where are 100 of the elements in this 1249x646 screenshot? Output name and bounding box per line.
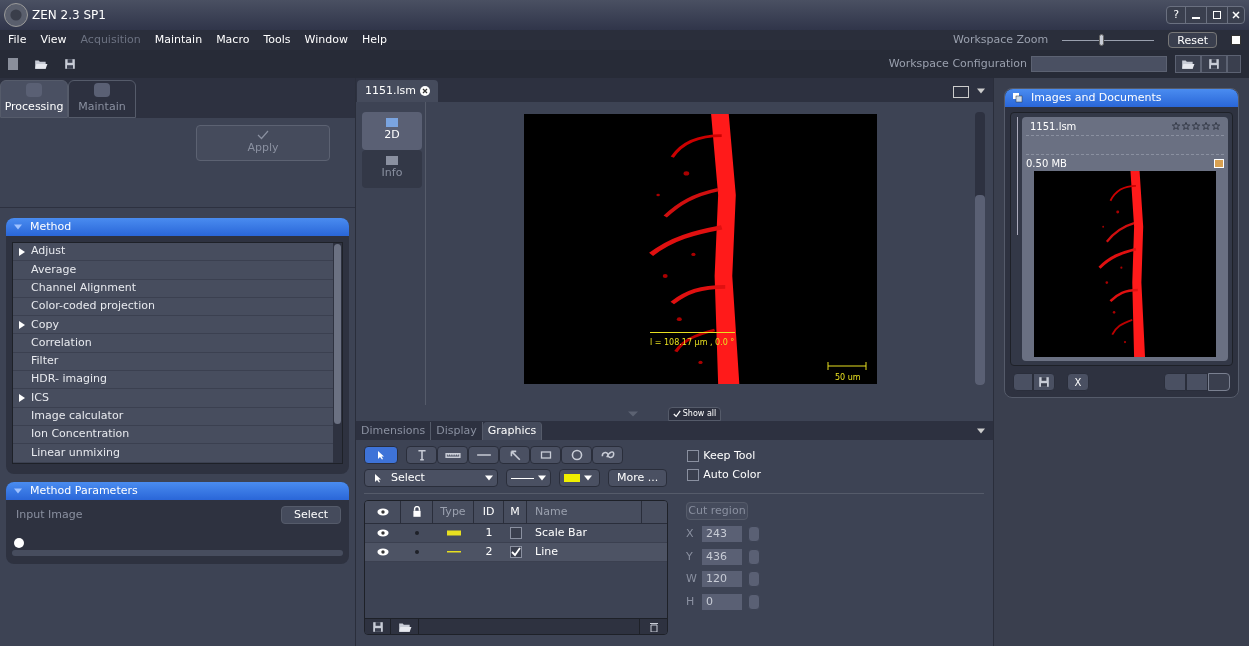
save-icon	[1208, 58, 1220, 70]
method-item[interactable]: Channel Alignment	[13, 279, 333, 298]
star-icon	[1172, 122, 1180, 130]
method-item[interactable]: Image calculator	[13, 407, 333, 426]
coordinate-field[interactable]: 243	[702, 526, 742, 543]
documents-icon	[1013, 93, 1023, 103]
tool-button[interactable]	[592, 446, 623, 464]
tool-button[interactable]	[406, 446, 437, 464]
eye-icon	[377, 529, 389, 537]
panel-icon[interactable]	[1231, 35, 1241, 45]
dropdown-icon	[584, 475, 592, 481]
checkbox[interactable]	[509, 546, 522, 558]
coordinate-field[interactable]: 120	[702, 571, 742, 588]
panel-title: Method	[30, 218, 72, 235]
save-button[interactable]	[64, 58, 76, 70]
panel-tab[interactable]: Processing	[0, 80, 68, 118]
checkbox-label: Keep Tool	[703, 448, 756, 464]
menu-item[interactable]: Tools	[263, 31, 291, 49]
folder-icon	[34, 58, 48, 70]
checkbox[interactable]	[687, 450, 700, 463]
menu-item[interactable]: Macro	[216, 31, 250, 49]
method-item[interactable]: Copy	[13, 316, 333, 335]
tool-button[interactable]	[530, 446, 561, 464]
scale-bar	[827, 362, 867, 370]
table-row[interactable]: 2 Line	[365, 543, 667, 562]
coordinate-label: W	[686, 571, 696, 587]
open-button[interactable]	[1175, 55, 1201, 73]
open-button[interactable]	[34, 58, 48, 70]
menu-item[interactable]: Window	[304, 31, 348, 49]
checkbox[interactable]	[509, 527, 522, 539]
tool-button[interactable]	[437, 446, 468, 464]
pointer-icon	[373, 473, 383, 483]
method-item[interactable]: Color-coded projection	[13, 297, 333, 317]
select-dropdown[interactable]: Select	[364, 469, 498, 487]
window-title: ZEN 2.3 SP1	[32, 7, 106, 24]
color-dropdown[interactable]	[559, 469, 600, 487]
zoom-slider[interactable]	[1062, 34, 1155, 46]
line-icon	[446, 550, 461, 554]
method-item[interactable]: Average	[13, 261, 333, 280]
method-item[interactable]: ICS	[13, 389, 333, 408]
document-card[interactable]: 1151.lsm 0.50 MB	[1022, 117, 1228, 361]
remove-button[interactable]: X	[1067, 373, 1089, 391]
method-item[interactable]: Ion Concentration	[13, 425, 333, 445]
lock-icon	[411, 506, 422, 518]
freehand-tool-icon	[599, 449, 616, 461]
star-icon	[1192, 122, 1200, 130]
coordinate-field[interactable]: 0	[702, 593, 742, 610]
show-all-tab[interactable]: Show all	[667, 407, 722, 421]
save-icon	[1038, 376, 1050, 388]
save-button[interactable]	[1201, 55, 1227, 73]
column-header[interactable]: M	[504, 501, 527, 523]
view-tab[interactable]: Info	[362, 150, 422, 188]
menu-item[interactable]: Maintain	[154, 31, 203, 49]
workspace-configuration-label: Workspace Configuration	[888, 55, 1027, 72]
tool-button[interactable]	[561, 446, 592, 464]
scrollbar[interactable]	[975, 112, 985, 385]
check-icon	[672, 410, 681, 418]
input-image-label: Input Image	[16, 506, 83, 523]
tool-button[interactable]	[468, 446, 499, 464]
save-icon	[371, 620, 384, 633]
scrollbar[interactable]	[333, 243, 342, 463]
save-button[interactable]	[1033, 373, 1055, 391]
method-item[interactable]: Filter	[13, 352, 333, 372]
panel-tab[interactable]: Maintain	[68, 80, 136, 118]
workspace-configuration-field[interactable]	[1031, 56, 1167, 72]
dropdown-icon[interactable]	[977, 88, 985, 94]
arrow-tool-icon	[508, 449, 521, 461]
checkbox[interactable]	[687, 468, 700, 481]
method-item[interactable]: Adjust	[13, 243, 333, 262]
eye-icon	[376, 508, 389, 516]
panel-header[interactable]: Images and Documents	[1005, 89, 1238, 107]
document-tab[interactable]: 1151.lsm	[357, 80, 438, 102]
column-header[interactable]: ID	[474, 501, 504, 523]
star-rating[interactable]	[1172, 122, 1220, 130]
method-item[interactable]: Linear unmixing	[13, 444, 333, 463]
reset-button[interactable]: Reset	[1168, 32, 1217, 48]
menu-item[interactable]: Help	[361, 31, 387, 49]
table-cell-text: Line	[534, 543, 558, 560]
dropdown-icon[interactable]	[977, 428, 985, 434]
coordinate-field[interactable]: 436	[702, 548, 742, 565]
select-button[interactable]: Select	[281, 506, 341, 524]
panel-header[interactable]: Method	[6, 218, 349, 236]
panel-header[interactable]: Method Parameters	[6, 482, 349, 500]
table-cell-text: 2	[484, 543, 494, 560]
menu-item[interactable]: View	[40, 31, 67, 49]
view-tab[interactable]: 2D	[362, 112, 422, 150]
line-style-dropdown[interactable]	[506, 469, 551, 487]
slider-thumb[interactable]	[1098, 34, 1104, 46]
method-item[interactable]: Correlation	[13, 334, 333, 353]
more-button[interactable]: More ...	[608, 469, 668, 487]
method-item[interactable]: HDR- imaging	[13, 371, 333, 390]
tool-button[interactable]	[499, 446, 530, 464]
bottom-tab[interactable]: Graphics	[482, 422, 543, 440]
table-row[interactable]: 1 Scale Bar	[365, 524, 667, 543]
table-cell-text: Scale Bar	[534, 524, 587, 541]
coordinate-label: Y	[686, 548, 694, 565]
menu-item[interactable]: File	[8, 31, 27, 49]
logo-icon	[4, 3, 28, 27]
circle-tool-icon	[570, 449, 583, 461]
tool-button[interactable]	[364, 446, 398, 464]
